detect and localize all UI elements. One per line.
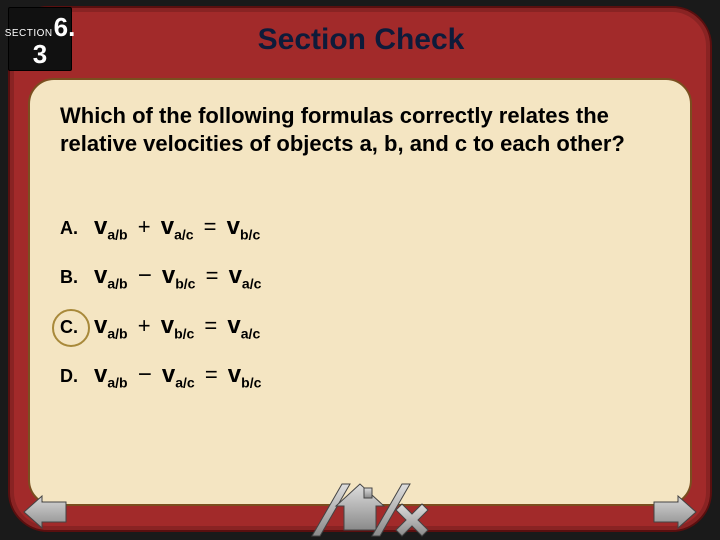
option-letter: D. (60, 366, 94, 387)
header-bar: SECTION 6. 3 Section Check (10, 8, 710, 72)
option-letter: C. (60, 317, 94, 338)
option-letter: B. (60, 267, 94, 288)
close-x-icon[interactable] (396, 504, 428, 536)
option-a[interactable]: A. va/b + va/c = vb/c (60, 213, 660, 242)
prev-button[interactable] (22, 494, 68, 530)
section-badge: SECTION 6. 3 (8, 7, 72, 71)
options-list: A. va/b + va/c = vb/c B. va/b − vb/c (60, 213, 660, 391)
arrow-right-icon (652, 494, 698, 530)
option-formula: va/b − vb/c = va/c (94, 262, 261, 291)
option-d[interactable]: D. va/b − va/c = vb/c (60, 361, 660, 390)
option-formula: va/b + va/c = vb/c (94, 213, 260, 242)
slide-title: Section Check (72, 23, 710, 57)
section-sub: 3 (33, 43, 47, 66)
section-label: SECTION (5, 28, 53, 39)
outer-frame: SECTION 6. 3 Section Check Which of the … (8, 6, 712, 532)
option-b[interactable]: B. va/b − vb/c = va/c (60, 262, 660, 291)
arrow-left-icon (22, 494, 68, 530)
next-button[interactable] (652, 494, 698, 530)
nav-center (280, 478, 440, 540)
slide-root: SECTION 6. 3 Section Check Which of the … (0, 0, 720, 540)
option-letter: A. (60, 218, 94, 239)
content-panel: Which of the following formulas correctl… (28, 78, 692, 506)
option-formula: va/b + vb/c = va/c (94, 312, 260, 341)
option-c[interactable]: C. va/b + vb/c = va/c (60, 312, 660, 341)
option-formula: va/b − va/c = vb/c (94, 361, 261, 390)
question-text: Which of the following formulas correctl… (60, 102, 660, 157)
